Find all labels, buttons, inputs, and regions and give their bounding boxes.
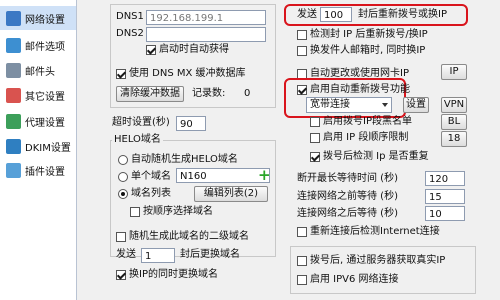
dkim-settings-icon: [6, 138, 21, 154]
redial-send-input[interactable]: 100: [320, 7, 352, 22]
sidebar-item-label: 代理设置: [25, 117, 65, 129]
sidebar-item-label: 其它设置: [25, 91, 65, 103]
ip-order-label: 启用 IP 段顺序限制: [323, 132, 409, 143]
timeout-label: 超时设置(秒): [112, 117, 170, 128]
broadband-select-value: 宽带连接: [310, 99, 350, 110]
vpn-button[interactable]: VPN: [441, 97, 467, 113]
sidebar-item-label: 邮件选项: [25, 41, 65, 53]
order-select-checkbox[interactable]: [130, 207, 140, 217]
connect-before-input[interactable]: 15: [425, 189, 465, 204]
dns1-input[interactable]: 192.168.199.1: [146, 10, 266, 25]
detect-repeat-label: 拨号后检测 Ip 是否重复: [323, 151, 429, 162]
disconnect-wait-label: 断开最长等待时间 (秒): [297, 173, 398, 184]
auto-redial-checkbox[interactable]: [297, 85, 307, 95]
chevron-down-icon: [382, 103, 388, 107]
helo-domain-list-radio[interactable]: [118, 189, 128, 199]
ipv6-checkbox[interactable]: [297, 275, 307, 285]
sidebar-item-label: DKIM设置: [25, 142, 71, 154]
helo-domain-list-label: 域名列表: [131, 188, 171, 199]
add-domain-icon[interactable]: +: [258, 166, 271, 184]
redial-send-label: 发送: [297, 9, 317, 20]
helo-group-title: HELO域名: [112, 133, 163, 147]
server-ip-label: 拨号后, 通过服务器获取真实IP: [310, 255, 446, 266]
network-settings-icon: [6, 10, 21, 26]
auto-get-dns-label: 启动时自动获得: [159, 44, 229, 55]
helo-single-domain-label: 单个域名: [131, 171, 171, 182]
single-domain-input[interactable]: N160: [176, 168, 270, 183]
connect-after-input[interactable]: 10: [425, 206, 465, 221]
sidebar-item-mail-header[interactable]: 邮件头: [0, 58, 76, 82]
helo-send-input[interactable]: 1: [141, 248, 175, 263]
sidebar-item-network[interactable]: 网络设置: [0, 6, 76, 30]
switch-user-label: 换发件人邮箱时, 同时换IP: [310, 45, 426, 56]
sidebar-item-other-settings[interactable]: 其它设置: [0, 83, 76, 107]
mx-cache-checkbox[interactable]: [116, 69, 126, 79]
redial-send-suffix: 封后重新拨号或换IP: [358, 9, 447, 20]
disconnect-wait-input[interactable]: 120: [425, 171, 465, 186]
ip-order-button[interactable]: 18: [441, 131, 467, 147]
sync-ip-checkbox[interactable]: [116, 270, 126, 280]
ip-blacklist-checkbox[interactable]: [310, 117, 320, 127]
server-ip-checkbox[interactable]: [297, 256, 307, 266]
recheck-internet-checkbox[interactable]: [297, 227, 307, 237]
auto-get-dns-checkbox[interactable]: [146, 45, 156, 55]
dns2-input[interactable]: [146, 27, 266, 42]
ip-blacklist-label: 启用拨号IP段黑名单: [323, 116, 412, 127]
dns1-label: DNS1: [116, 11, 144, 22]
helo-single-domain-radio[interactable]: [118, 172, 128, 182]
sidebar: 网络设置 邮件选项 邮件头 其它设置 代理设置 DKIM设置 插件设置: [0, 0, 77, 300]
connect-before-label: 连接网络之前等待 (秒): [297, 191, 398, 202]
redial-settings-button[interactable]: 设置: [403, 97, 429, 113]
connect-after-label: 连接网络之后等待 (秒): [297, 208, 398, 219]
edit-domain-list-button[interactable]: 编辑列表(2): [194, 186, 268, 202]
blacklist-button[interactable]: BL: [441, 114, 467, 130]
sync-ip-label: 换IP的同时更换域名: [129, 269, 218, 280]
proxy-settings-icon: [6, 113, 21, 129]
other-settings-icon: [6, 87, 21, 103]
plugin-settings-icon: [6, 162, 21, 178]
ip-order-checkbox[interactable]: [310, 133, 320, 143]
detect-repeat-checkbox[interactable]: [310, 152, 320, 162]
random-second-level-label: 随机生成此域名的二级域名: [129, 231, 249, 242]
sidebar-item-proxy[interactable]: 代理设置: [0, 109, 76, 133]
sidebar-item-dkim[interactable]: DKIM设置: [0, 134, 76, 158]
sidebar-item-label: 插件设置: [25, 166, 65, 178]
sidebar-item-mail-options[interactable]: 邮件选项: [0, 33, 76, 57]
mail-header-icon: [6, 62, 21, 78]
record-count-label: 记录数:: [192, 88, 226, 99]
helo-send-suffix: 封后更换域名: [180, 249, 240, 260]
recheck-internet-label: 重新连接后检测Internet连接: [310, 226, 440, 237]
nic-ip-button[interactable]: IP: [441, 64, 467, 80]
random-second-level-checkbox[interactable]: [116, 232, 126, 242]
dns2-label: DNS2: [116, 28, 144, 39]
detect-ip-label: 检测封 IP 后重新拨号/换IP: [310, 29, 428, 40]
switch-user-checkbox[interactable]: [297, 46, 307, 56]
helo-auto-random-label: 自动随机生成HELO域名: [131, 154, 238, 165]
auto-redial-label: 启用自动重新拨号功能: [310, 84, 410, 95]
sidebar-item-label: 邮件头: [25, 66, 55, 78]
ipv6-label: 启用 IPV6 网络连接: [310, 274, 399, 285]
order-select-label: 按顺序选择域名: [143, 206, 213, 217]
record-count-value: 0: [244, 88, 251, 99]
sidebar-item-label: 网络设置: [25, 14, 65, 26]
helo-send-label: 发送: [116, 249, 136, 260]
broadband-select[interactable]: 宽带连接: [306, 97, 392, 113]
helo-auto-random-radio[interactable]: [118, 155, 128, 165]
mail-options-icon: [6, 37, 21, 53]
detect-ip-checkbox[interactable]: [297, 30, 307, 40]
clear-cache-button[interactable]: 清除缓冲数据: [116, 86, 184, 102]
timeout-input[interactable]: 90: [176, 116, 206, 131]
sidebar-item-plugins[interactable]: 插件设置: [0, 158, 76, 182]
mx-cache-label: 使用 DNS MX 缓冲数据库: [129, 68, 246, 79]
